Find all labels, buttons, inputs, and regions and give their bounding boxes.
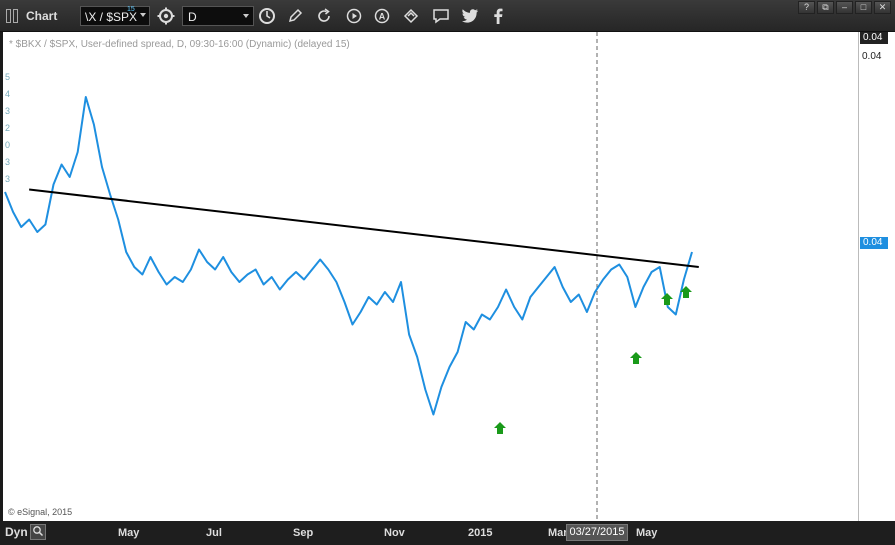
minimize-button[interactable]: – [836, 1, 853, 14]
symbol-input[interactable]: \X / $SPX 15 [80, 6, 150, 26]
restore-window-button[interactable]: ⧉ [817, 1, 834, 14]
svg-text:A: A [379, 12, 386, 22]
magnifier-icon [33, 526, 44, 537]
close-button[interactable]: ✕ [874, 1, 891, 14]
dynamic-label: Dyn [5, 525, 28, 539]
pencil-icon[interactable] [285, 6, 305, 26]
help-button[interactable]: ? [798, 1, 815, 14]
left-edge-label: 4 [5, 89, 10, 99]
left-edge-label: 2 [5, 123, 10, 133]
time-axis-tick: 2015 [468, 527, 493, 539]
copyright-label: © eSignal, 2015 [8, 507, 73, 517]
interval-text: D [188, 10, 197, 24]
refresh-icon[interactable] [314, 6, 334, 26]
chart-legend: * $BKX / $SPX, User-defined spread, D, 0… [9, 39, 350, 50]
top-price-badge: 0.04 [860, 32, 888, 44]
left-edge-label: 3 [5, 174, 10, 184]
trendline[interactable] [29, 188, 699, 268]
time-axis-tick: May [118, 527, 140, 539]
spread-series-line [4, 96, 693, 416]
window-buttons: ? ⧉ – □ ✕ [798, 1, 891, 14]
time-axis-tick: May [636, 527, 658, 539]
symbol-superscript: 15 [127, 6, 135, 13]
play-icon[interactable] [344, 6, 364, 26]
clock-icon[interactable] [257, 6, 277, 26]
signal-up-arrow-icon [494, 422, 506, 434]
left-edge-label: 5 [5, 72, 10, 82]
maximize-button[interactable]: □ [855, 1, 872, 14]
window-titlebar: Chart \X / $SPX 15 D A ? ⧉ – □ ✕ [0, 0, 895, 32]
comment-icon[interactable] [431, 6, 451, 26]
price-axis-tick: 0.04 [862, 51, 882, 62]
signal-arrows [494, 286, 692, 434]
signal-up-arrow-icon [661, 293, 673, 305]
facebook-icon[interactable] [488, 6, 508, 26]
time-axis-tick: Mar [548, 527, 568, 539]
chart-panel[interactable]: 5 4 3 2 0 3 3 [3, 32, 858, 521]
chart-window-icon [6, 9, 20, 23]
chart-canvas[interactable]: 5 4 3 2 0 3 3 [3, 32, 858, 521]
interval-input[interactable]: D [182, 6, 254, 26]
left-edge-label: 3 [5, 106, 10, 116]
left-edge-label: 0 [5, 140, 10, 150]
link-icon[interactable] [401, 6, 421, 26]
left-edge-label: 3 [5, 157, 10, 167]
twitter-icon[interactable] [460, 6, 480, 26]
symbol-dropdown-icon[interactable] [140, 13, 146, 17]
time-axis-tick: Nov [384, 527, 405, 539]
signal-up-arrow-icon [630, 352, 642, 364]
alert-icon[interactable]: A [372, 6, 392, 26]
interval-dropdown-icon[interactable] [243, 14, 249, 18]
last-price-badge: 0.04 [860, 237, 888, 249]
dynamic-toggle-button[interactable] [30, 524, 46, 540]
time-axis-tick: Jul [206, 527, 222, 539]
price-axis[interactable] [858, 32, 895, 521]
gear-icon[interactable] [156, 6, 176, 26]
window-title: Chart [26, 9, 58, 23]
left-edge-labels: 5 4 3 2 0 3 3 [5, 72, 10, 184]
time-axis-tick: Sep [293, 527, 314, 539]
cursor-date-badge: 03/27/2015 [566, 524, 628, 541]
